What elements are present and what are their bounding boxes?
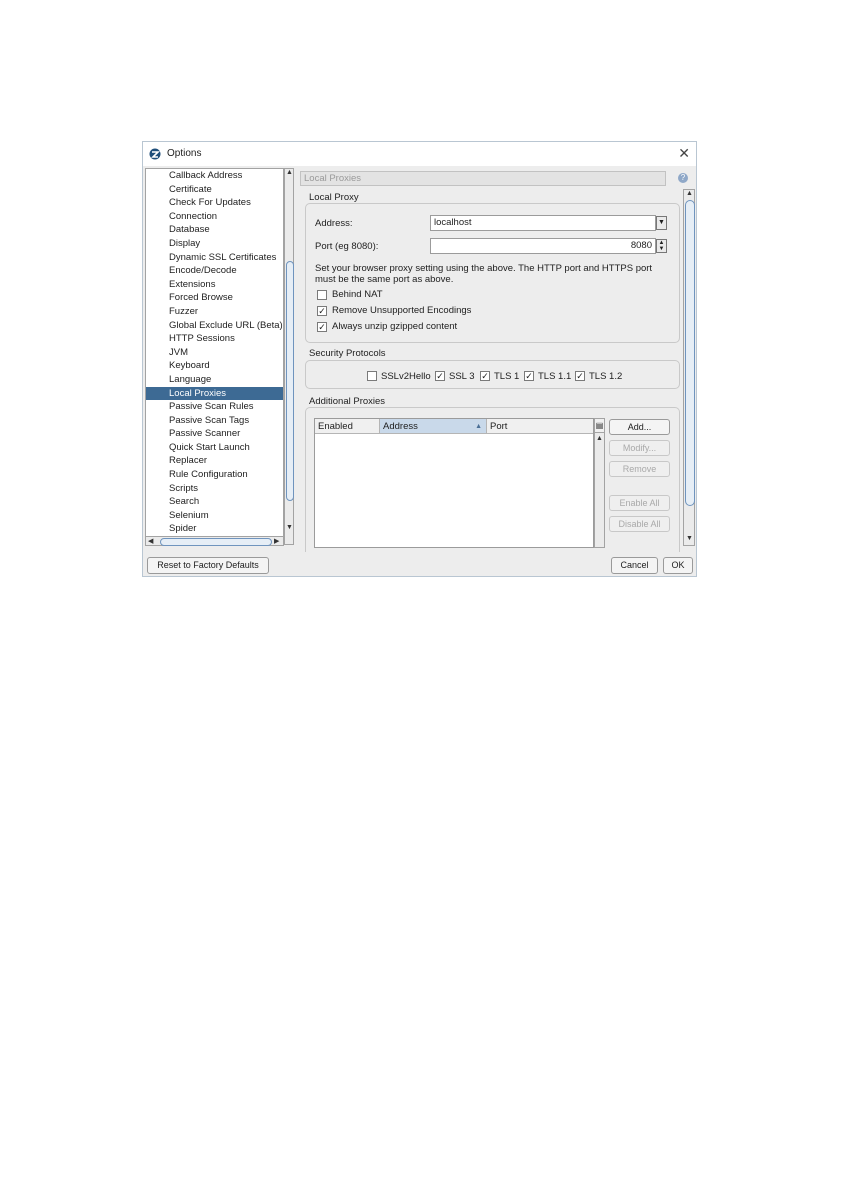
panel-vertical-scrollbar[interactable]: ▲ ▼ [683, 189, 695, 546]
tree-item[interactable]: Passive Scan Tags [146, 414, 283, 428]
tls11-checkbox[interactable]: ✓ [524, 371, 534, 381]
table-vertical-scrollbar[interactable]: ▲ [594, 418, 605, 548]
tree-item[interactable]: Quick Start Launch [146, 441, 283, 455]
tls1-label: TLS 1 [494, 371, 520, 382]
disable-all-button[interactable]: Disable All [609, 516, 670, 532]
tree-item[interactable]: Callback Address [146, 169, 283, 183]
remove-unsupported-encodings-label: Remove Unsupported Encodings [332, 305, 472, 316]
always-unzip-checkbox[interactable]: ✓ [317, 322, 327, 332]
tree-item[interactable]: Passive Scan Rules [146, 400, 283, 414]
modify-button[interactable]: Modify... [609, 440, 670, 456]
sort-ascending-icon: ▲ [475, 423, 482, 430]
sslv2hello-checkbox[interactable] [367, 371, 377, 381]
tree-item[interactable]: Connection [146, 210, 283, 224]
always-unzip-label: Always unzip gzipped content [332, 321, 458, 332]
panel-title: Local Proxies [304, 173, 362, 184]
tree-item[interactable]: Display [146, 237, 283, 251]
options-tree[interactable]: Callback Address Certificate Check For Upd… [145, 168, 284, 545]
tree-scroll-thumb[interactable] [286, 261, 294, 501]
port-stepper[interactable]: ▲ ▼ [656, 239, 667, 253]
additional-proxies-title: Additional Proxies [309, 396, 386, 407]
tree-item[interactable]: Spider [146, 522, 283, 536]
tree-item[interactable]: Certificate [146, 183, 283, 197]
column-header-port[interactable]: Port [487, 419, 593, 434]
sslv2hello-label: SSLv2Hello [381, 371, 431, 382]
column-header-address[interactable]: Address ▲ [380, 419, 487, 434]
ok-button[interactable]: OK [663, 557, 693, 574]
tree-item[interactable]: Local Proxies [146, 386, 283, 401]
tree-item[interactable]: Selenium [146, 509, 283, 523]
address-field[interactable]: localhost [430, 215, 656, 231]
zap-logo-icon [149, 148, 161, 160]
tree-item[interactable]: Replacer [146, 454, 283, 468]
ssl3-label: SSL 3 [449, 371, 475, 382]
window-title: Options [167, 148, 202, 159]
help-text-line1: Set your browser proxy setting using the… [315, 263, 653, 274]
enable-all-button[interactable]: Enable All [609, 495, 670, 511]
reset-to-factory-defaults-button[interactable]: Reset to Factory Defaults [147, 557, 269, 574]
tree-item[interactable]: Passive Scanner [146, 427, 283, 441]
ssl3-checkbox[interactable]: ✓ [435, 371, 445, 381]
address-label: Address: [315, 218, 353, 229]
tree-item[interactable]: Extensions [146, 278, 283, 292]
add-button[interactable]: Add... [609, 419, 670, 435]
tree-horizontal-scrollbar[interactable]: ◀ ▶ [145, 536, 284, 546]
port-label: Port (eg 8080): [315, 241, 379, 252]
tree-item[interactable]: Database [146, 223, 283, 237]
tree-item[interactable]: Keyboard [146, 359, 283, 373]
column-chooser-icon[interactable]: ▤ [594, 418, 605, 433]
cancel-button[interactable]: Cancel [611, 557, 658, 574]
tree-item[interactable]: Forced Browse [146, 291, 283, 305]
tls12-label: TLS 1.2 [589, 371, 623, 382]
tree-item[interactable]: Rule Configuration [146, 468, 283, 482]
tree-list: Callback Address Certificate Check For Upd… [146, 169, 283, 544]
tree-vertical-scrollbar[interactable]: ▲ ▼ [284, 168, 294, 545]
tree-item[interactable]: HTTP Sessions [146, 332, 283, 346]
tls11-label: TLS 1.1 [538, 371, 572, 382]
tree-item[interactable]: Check For Updates [146, 196, 283, 210]
panel-scroll-up-arrow-icon[interactable]: ▲ [686, 190, 693, 197]
chevron-down-icon[interactable]: ▼ [656, 216, 667, 230]
column-header-enabled[interactable]: Enabled [315, 419, 380, 434]
tree-item[interactable]: Fuzzer [146, 305, 283, 319]
remove-unsupported-encodings-checkbox[interactable]: ✓ [317, 306, 327, 316]
close-icon[interactable]: ✕ [678, 145, 690, 162]
tree-item[interactable]: Search [146, 495, 283, 509]
tree-item[interactable]: Encode/Decode [146, 264, 283, 278]
tls12-checkbox[interactable]: ✓ [575, 371, 585, 381]
security-protocols-title: Security Protocols [309, 348, 386, 359]
tree-hscroll-thumb[interactable] [160, 538, 272, 546]
options-dialog: Options ✕ Callback Address Certificate Che… [142, 141, 697, 577]
behind-nat-checkbox[interactable] [317, 290, 327, 300]
remove-button[interactable]: Remove [609, 461, 670, 477]
tree-item[interactable]: Global Exclude URL (Beta) [146, 319, 283, 333]
proxies-table[interactable]: Enabled Address ▲ Port [314, 418, 594, 548]
panel-header: Local Proxies [300, 171, 666, 186]
panel-scroll-down-arrow-icon[interactable]: ▼ [686, 535, 693, 542]
panel-scroll-thumb[interactable] [685, 200, 695, 506]
scroll-right-arrow-icon[interactable]: ▶ [274, 537, 279, 545]
help-text-line2: must be the same port as above. [315, 274, 454, 285]
scroll-down-arrow-icon[interactable]: ▼ [286, 524, 293, 531]
tree-item[interactable]: Scripts [146, 482, 283, 496]
scroll-up-arrow-icon[interactable]: ▲ [286, 169, 293, 176]
column-header-address-label: Address [383, 421, 418, 432]
local-proxy-title: Local Proxy [309, 192, 359, 203]
port-field[interactable]: 8080 [430, 238, 656, 254]
title-bar: Options ✕ [143, 142, 696, 166]
tree-item[interactable]: Language [146, 373, 283, 387]
tree-item[interactable]: Dynamic SSL Certificates [146, 251, 283, 265]
help-icon[interactable]: ? [678, 173, 688, 183]
table-scroll-up-arrow-icon[interactable]: ▲ [596, 435, 603, 442]
tree-item[interactable]: JVM [146, 346, 283, 360]
scroll-left-arrow-icon[interactable]: ◀ [148, 537, 153, 545]
security-protocols-group [305, 360, 680, 389]
behind-nat-label: Behind NAT [332, 289, 383, 300]
tls1-checkbox[interactable]: ✓ [480, 371, 490, 381]
